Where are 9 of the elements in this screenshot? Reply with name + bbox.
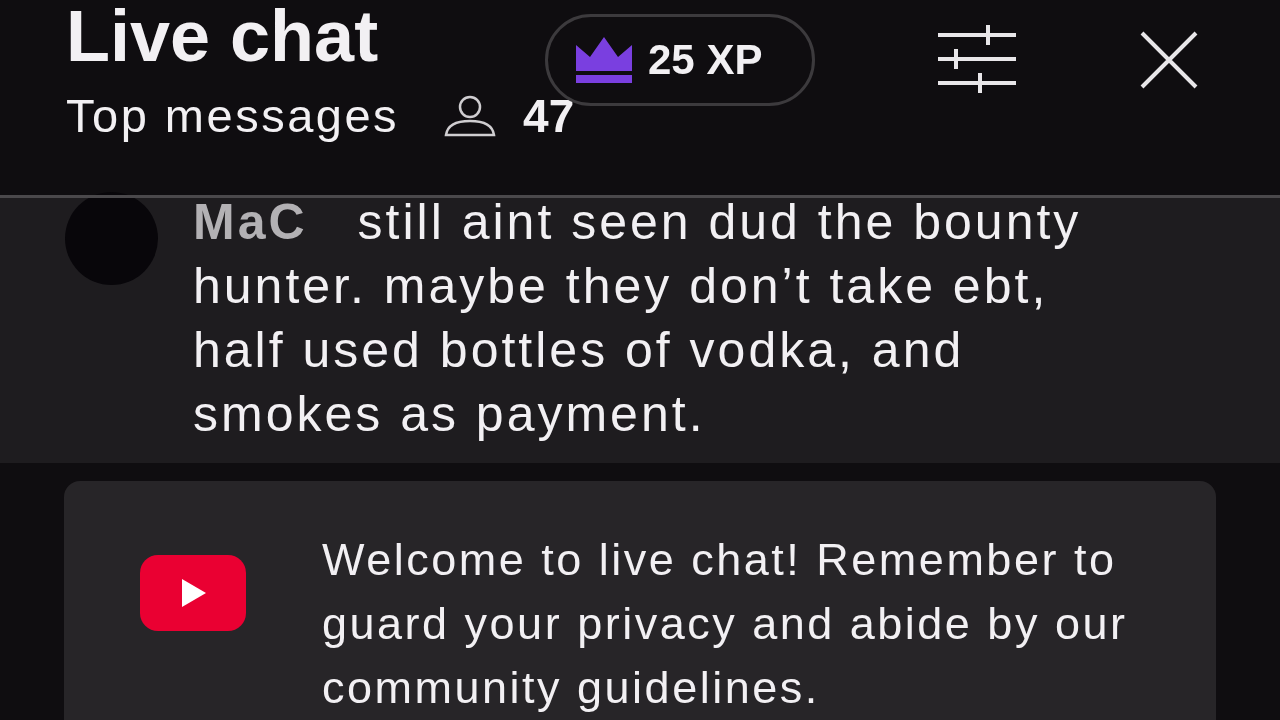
person-icon: [443, 95, 498, 137]
close-icon[interactable]: [1140, 31, 1198, 89]
welcome-text: Welcome to live chat! Remember to guard your privacy and abide by our community guidelines.: [322, 533, 1129, 715]
crown-icon: [576, 37, 632, 83]
chat-message: MaC still aint seen dud the bounty hunter. maybe they don’t take ebt, half used bottles of vodka, and smokes as payment.: [193, 193, 1083, 444]
mode-selector[interactable]: Top messages: [66, 86, 400, 146]
play-button-icon: [140, 555, 246, 631]
chat-title: Live chat: [66, 0, 380, 72]
filter-icon[interactable]: [938, 25, 1016, 93]
